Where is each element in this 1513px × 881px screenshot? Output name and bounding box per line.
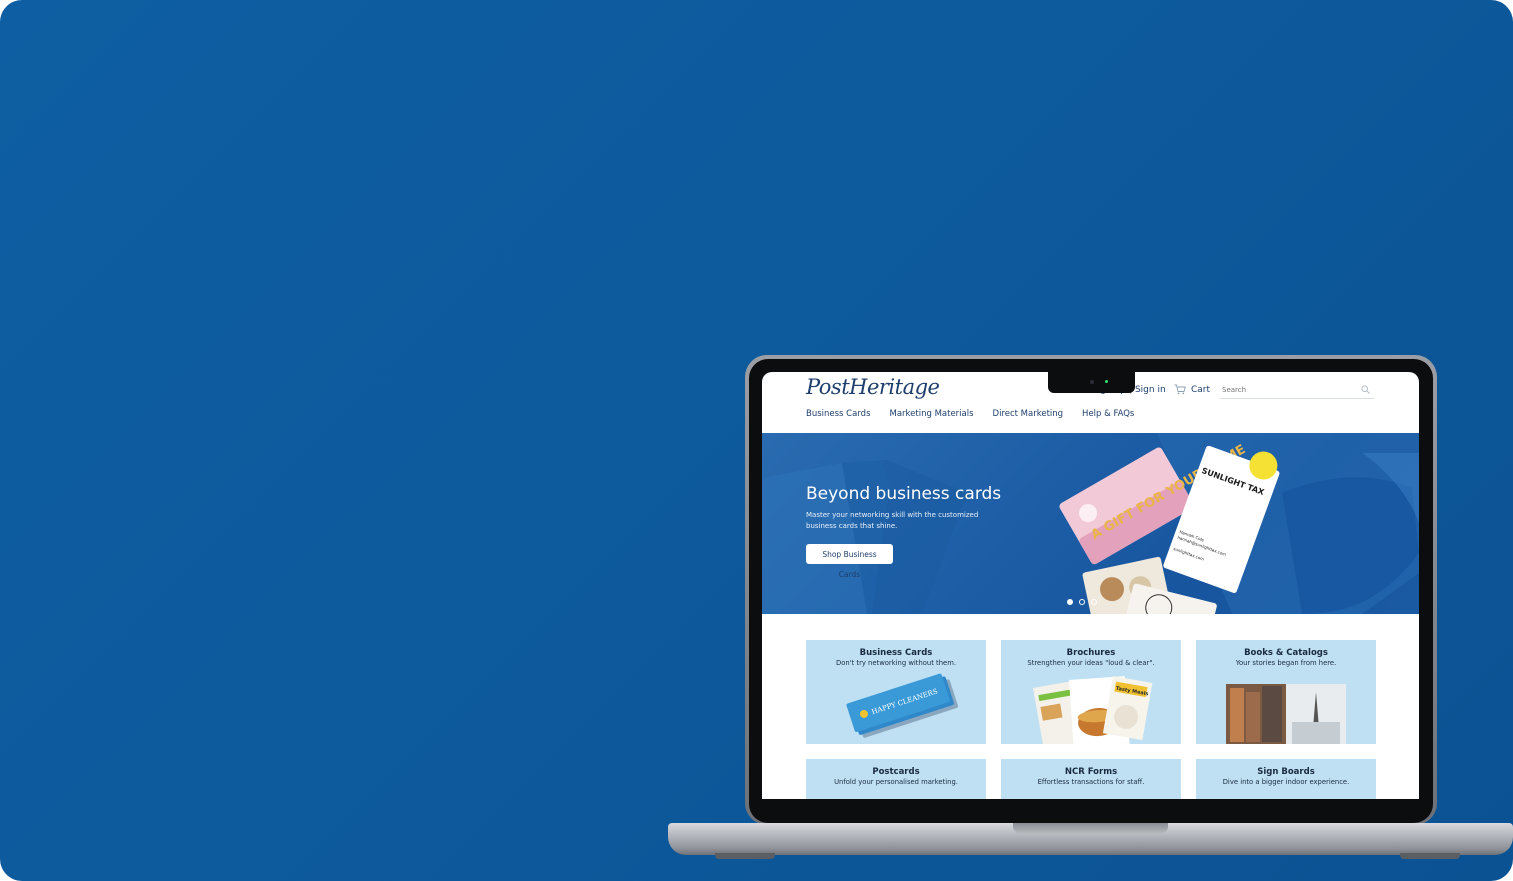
carousel-dot-1[interactable] [1067, 599, 1073, 605]
nav-direct-marketing[interactable]: Direct Marketing [993, 409, 1064, 419]
tile-title: Postcards [872, 767, 920, 777]
tile-title: Sign Boards [1257, 767, 1315, 777]
main-nav: Business Cards Marketing Materials Direc… [806, 409, 1134, 419]
cart-label: Cart [1191, 384, 1211, 395]
tile-subtitle: Unfold your personalised marketing. [834, 778, 958, 786]
cart-button[interactable]: Cart [1174, 384, 1210, 395]
category-tile-business-cards[interactable]: Business Cards Don't try networking with… [806, 640, 986, 744]
laptop-foot-left [715, 853, 775, 859]
site-logo[interactable]: PostHeritage [806, 375, 940, 399]
category-tile-ncr-forms[interactable]: NCR Forms Effortless transactions for st… [1001, 759, 1181, 799]
laptop-opening-groove [1013, 823, 1168, 834]
laptop-foot-right [1400, 853, 1460, 859]
books-catalogs-image [1226, 684, 1346, 744]
tile-subtitle: Dive into a bigger indoor experience. [1222, 778, 1350, 786]
search-field[interactable] [1220, 384, 1374, 399]
tile-title: Books & Catalogs [1244, 648, 1328, 658]
nav-marketing-materials[interactable]: Marketing Materials [890, 409, 974, 419]
hero-banner: A GIFT FOR YOUR HOME SUNLIGHT TAX Hannah… [762, 433, 1419, 614]
category-tile-books-catalogs[interactable]: Books & Catalogs Your stories began from… [1196, 640, 1376, 744]
tile-subtitle: Strengthen your ideas "loud & clear". [1027, 659, 1155, 667]
sign-in-link[interactable]: Sign in [1135, 385, 1166, 395]
camera-icon [1090, 380, 1094, 384]
tile-title: Business Cards [859, 648, 933, 658]
tile-title: NCR Forms [1064, 767, 1118, 777]
carousel-dot-3[interactable] [1091, 599, 1097, 605]
category-tile-brochures[interactable]: Brochures Strengthen your ideas "loud & … [1001, 640, 1181, 744]
hero-title: Beyond business cards [806, 484, 1002, 504]
category-tile-sign-boards[interactable]: Sign Boards Dive into a bigger indoor ex… [1196, 759, 1376, 799]
tile-subtitle: Your stories began from here. [1235, 659, 1337, 667]
shop-business-cards-button[interactable]: Shop Business Cards [806, 544, 893, 579]
tile-subtitle: Don't try networking without them. [836, 659, 956, 667]
laptop-screen: PostHeritage Sign up|Sign in Cart Busine… [762, 372, 1419, 799]
tile-subtitle: Effortless transactions for staff. [1037, 778, 1145, 786]
brochures-image: Tasty Meals [1033, 676, 1153, 744]
carousel-dots [1067, 599, 1097, 605]
cart-icon [1174, 384, 1186, 395]
backdrop: PostHeritage Sign up|Sign in Cart Busine… [0, 0, 1513, 881]
camera-led-indicator [1105, 380, 1108, 383]
nav-help-faqs[interactable]: Help & FAQs [1082, 409, 1134, 419]
carousel-dot-2[interactable] [1079, 599, 1085, 605]
search-input[interactable] [1222, 386, 1352, 394]
nav-business-cards[interactable]: Business Cards [806, 409, 871, 419]
category-tile-postcards[interactable]: Postcards Unfold your personalised marke… [806, 759, 986, 799]
search-icon[interactable] [1361, 385, 1370, 394]
business-cards-image: HAPPY CLEANERS [846, 673, 959, 738]
hero-subtitle: Master your networking skill with the cu… [806, 511, 979, 530]
tile-title: Brochures [1066, 648, 1116, 658]
